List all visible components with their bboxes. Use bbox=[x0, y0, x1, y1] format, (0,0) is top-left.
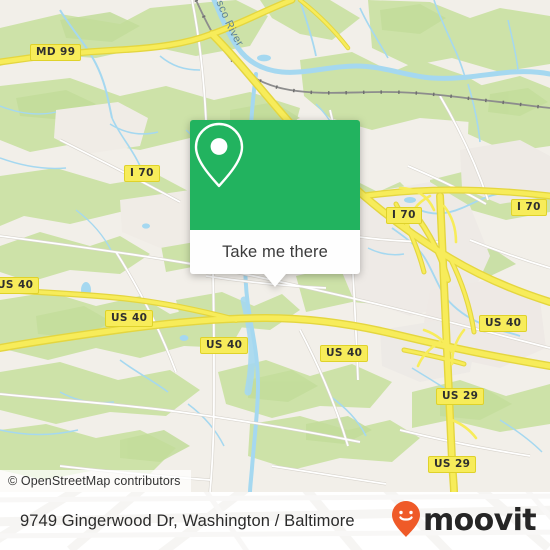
moovit-pin-smile-icon bbox=[391, 500, 421, 543]
moovit-logo[interactable]: moovit bbox=[391, 500, 537, 543]
footer-bar: 9749 Gingerwood Dr, Washington / Baltimo… bbox=[0, 492, 550, 550]
popup-header bbox=[190, 120, 360, 230]
location-popup[interactable]: Take me there bbox=[190, 120, 360, 287]
take-me-there-button[interactable]: Take me there bbox=[190, 230, 360, 274]
road-shield: US 40 bbox=[0, 277, 40, 294]
road-shield: US 29 bbox=[428, 456, 477, 473]
map-screenshot: sco River MD 99 I 70 I 70 I 70 US 40 US … bbox=[0, 0, 550, 550]
road-shield: I 70 bbox=[511, 199, 547, 216]
road-shield: US 40 bbox=[320, 345, 369, 362]
moovit-wordmark: moovit bbox=[422, 503, 537, 538]
road-shield: US 29 bbox=[436, 388, 485, 405]
road-shield: I 70 bbox=[124, 165, 160, 182]
road-shield: MD 99 bbox=[30, 44, 82, 61]
road-shield: I 70 bbox=[386, 207, 422, 224]
road-shield: US 40 bbox=[200, 337, 249, 354]
map-canvas[interactable]: sco River MD 99 I 70 I 70 I 70 US 40 US … bbox=[0, 0, 550, 492]
osm-attribution[interactable]: © OpenStreetMap contributors bbox=[0, 470, 191, 492]
road-shield: US 40 bbox=[105, 310, 154, 327]
popup-pointer bbox=[264, 274, 286, 287]
address-label: 9749 Gingerwood Dr, Washington / Baltimo… bbox=[20, 511, 355, 530]
road-shield: US 40 bbox=[479, 315, 528, 332]
